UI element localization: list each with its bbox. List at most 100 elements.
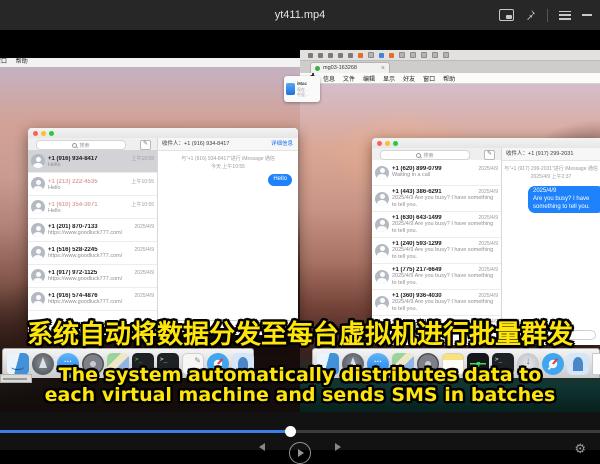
conversation-row[interactable]: +1 (610) 354-3071上午10:55Hello bbox=[28, 196, 157, 219]
search-input[interactable]: 搜索 bbox=[380, 150, 470, 160]
menu-item-messages[interactable]: 信息 bbox=[323, 74, 335, 83]
conversation-list[interactable]: +1 (916) 934-8417上午10:55Hello+1 (213) 22… bbox=[28, 150, 157, 335]
video-stage[interactable]: 窗口 帮助 mg03-163268 × 信息 文件 编辑 显示 好友 窗口 帮 bbox=[0, 30, 600, 412]
notification-popup[interactable]: iMac 现在… 中显… bbox=[284, 76, 320, 102]
timestamp: 2025/4/9 bbox=[135, 224, 154, 230]
message-preview: https://www.goodluck777.com/ bbox=[48, 276, 154, 282]
message-preview: Waiting in a call bbox=[392, 172, 498, 179]
vm-status-dot bbox=[315, 66, 320, 71]
minimize-button[interactable] bbox=[41, 131, 46, 136]
conversation-row[interactable]: +1 (917) 972-11252025/4/9https://www.goo… bbox=[28, 265, 157, 288]
vm-toolbar-icon[interactable] bbox=[308, 53, 313, 58]
skip-forward-icon[interactable] bbox=[333, 442, 343, 450]
skip-back-icon[interactable] bbox=[257, 442, 267, 450]
menu-item-help[interactable]: 帮助 bbox=[443, 74, 455, 83]
vm-toolbar bbox=[300, 50, 600, 61]
thread-info: 与“+1 (917) 299-2031”进行 iMessage 通信 2025/… bbox=[502, 166, 600, 181]
conversation-row[interactable]: +1 (516) 528-22452025/4/9https://www.goo… bbox=[28, 242, 157, 265]
seek-bar[interactable] bbox=[0, 430, 600, 433]
close-tab-icon[interactable]: × bbox=[381, 65, 385, 72]
search-input[interactable]: 搜索 bbox=[36, 140, 126, 150]
menu-item-file[interactable]: 文件 bbox=[343, 74, 355, 83]
message-thread: 收件人：+1 (916) 934-8417 详细信息 与“+1 (916) 93… bbox=[158, 138, 298, 335]
vm-tab[interactable]: mg03-163268 × bbox=[310, 62, 390, 73]
messages-window-left[interactable]: 搜索 ✎ +1 (916) 934-8417上午10:55Hello+1 (21… bbox=[28, 128, 298, 335]
vm-toolbar-icon[interactable] bbox=[443, 52, 449, 58]
notification-line: 现在… bbox=[297, 87, 309, 92]
contact-number: +1 (610) 354-3071 bbox=[48, 202, 98, 208]
minimize-button[interactable] bbox=[385, 141, 390, 146]
seek-handle[interactable] bbox=[285, 426, 296, 437]
player-controls-bar: ⚙ bbox=[0, 412, 600, 450]
compose-button[interactable]: ✎ bbox=[484, 150, 495, 160]
vm-toolbar-icon[interactable] bbox=[328, 53, 333, 58]
subtitle-english-line1: The system automatically distributes dat… bbox=[0, 364, 600, 386]
conversation-row[interactable]: +1 (916) 934-8417上午10:55Hello bbox=[28, 150, 157, 173]
recipient-field[interactable]: 收件人：+1 (916) 934-8417 bbox=[162, 138, 229, 150]
vm-toolbar-icon[interactable] bbox=[348, 53, 353, 58]
minimize-icon[interactable] bbox=[582, 14, 592, 16]
conversation-row[interactable]: +1 (916) 574-48762025/4/9https://www.goo… bbox=[28, 288, 157, 311]
close-button[interactable] bbox=[33, 131, 38, 136]
vm-toolbar-icon[interactable] bbox=[379, 53, 384, 58]
zoom-button[interactable] bbox=[393, 141, 398, 146]
traffic-lights bbox=[33, 131, 54, 136]
menu-item-window[interactable]: 窗口 bbox=[423, 74, 435, 83]
conversation-row[interactable]: +1 (443) 386-62912025/4/92025/4/9 Are yo… bbox=[372, 186, 501, 212]
vm-toolbar-icon[interactable] bbox=[389, 53, 394, 58]
vm-toolbar-icon[interactable] bbox=[318, 53, 323, 58]
message-preview: 2025/4/9 Are you busy? I have something … bbox=[392, 195, 498, 208]
avatar bbox=[31, 246, 45, 260]
avatar bbox=[375, 192, 389, 206]
search-placeholder: 搜索 bbox=[79, 142, 89, 149]
menu-item-edit[interactable]: 编辑 bbox=[363, 74, 375, 83]
message-preview: https://www.goodluck777.com/ bbox=[48, 299, 154, 305]
avatar bbox=[31, 177, 45, 191]
mini-player-icon[interactable] bbox=[499, 9, 514, 21]
titlebar-actions bbox=[499, 0, 592, 30]
vm-toolbar-icon[interactable] bbox=[399, 52, 405, 58]
right-vm-menubar: 信息 文件 编辑 显示 好友 窗口 帮助 bbox=[300, 73, 600, 84]
menu-item-buddies[interactable]: 好友 bbox=[403, 74, 415, 83]
search-icon bbox=[416, 153, 421, 158]
play-pause-icon[interactable] bbox=[289, 442, 311, 464]
sent-message-bubble: Hello bbox=[268, 174, 292, 186]
menu-item-view[interactable]: 显示 bbox=[383, 74, 395, 83]
conversation-row[interactable]: +1 (201) 870-71332025/4/9https://www.goo… bbox=[28, 219, 157, 242]
message-preview: 2025/4/9 Are you busy? I have something … bbox=[392, 273, 498, 286]
recipient-field[interactable]: 收件人：+1 (917) 299-2031 bbox=[506, 148, 573, 160]
conversation-row[interactable]: +1 (630) 643-14992025/4/92025/4/9 Are yo… bbox=[372, 212, 501, 238]
conversation-row[interactable]: +1 (213) 222-4535上午10:55Hello bbox=[28, 173, 157, 196]
vm-tab-label: mg03-163268 bbox=[323, 65, 357, 71]
message-preview: Hello bbox=[48, 185, 154, 191]
timestamp: 上午10:55 bbox=[131, 201, 154, 208]
vm-pause-icon[interactable] bbox=[358, 53, 363, 58]
vm-toolbar-icon[interactable] bbox=[421, 52, 427, 58]
vm-toolbar-icon[interactable] bbox=[368, 52, 374, 58]
conversation-row[interactable]: +1 (775) 217-66492025/4/92025/4/9 Are yo… bbox=[372, 264, 501, 290]
vm-toolbar-icon[interactable] bbox=[410, 52, 416, 58]
thread-header: 收件人：+1 (916) 934-8417 详细信息 bbox=[158, 138, 298, 151]
more-menu-icon[interactable] bbox=[559, 11, 571, 20]
pin-icon[interactable] bbox=[525, 9, 536, 21]
seek-progress bbox=[0, 430, 290, 433]
timestamp: 2025/4/9 bbox=[135, 247, 154, 253]
conversation-row[interactable]: +1 (620) 899-07992025/4/9Waiting in a ca… bbox=[372, 160, 501, 186]
avatar bbox=[31, 269, 45, 283]
avatar bbox=[375, 296, 389, 310]
timestamp: 2025/4/9 bbox=[479, 166, 498, 172]
close-button[interactable] bbox=[377, 141, 382, 146]
message-preview: https://www.goodluck777.com/ bbox=[48, 253, 154, 259]
menu-item-window[interactable]: 窗口 bbox=[0, 59, 7, 65]
vm-toolbar-icon[interactable] bbox=[432, 52, 438, 58]
details-link[interactable]: 详细信息 bbox=[271, 138, 293, 150]
conversation-row[interactable]: +1 (360) 936-40302025/4/92025/4/9 Are yo… bbox=[372, 290, 501, 316]
menu-item-help[interactable]: 帮助 bbox=[16, 59, 28, 65]
conversation-row[interactable]: +1 (240) 593-12992025/4/92025/4/9 Are yo… bbox=[372, 238, 501, 264]
compose-button[interactable]: ✎ bbox=[140, 140, 151, 150]
message-preview: https://www.goodluck777.com/ bbox=[48, 230, 154, 236]
transport-controls bbox=[0, 442, 600, 462]
zoom-button[interactable] bbox=[49, 131, 54, 136]
avatar bbox=[31, 223, 45, 237]
vm-toolbar-icon[interactable] bbox=[338, 53, 343, 58]
